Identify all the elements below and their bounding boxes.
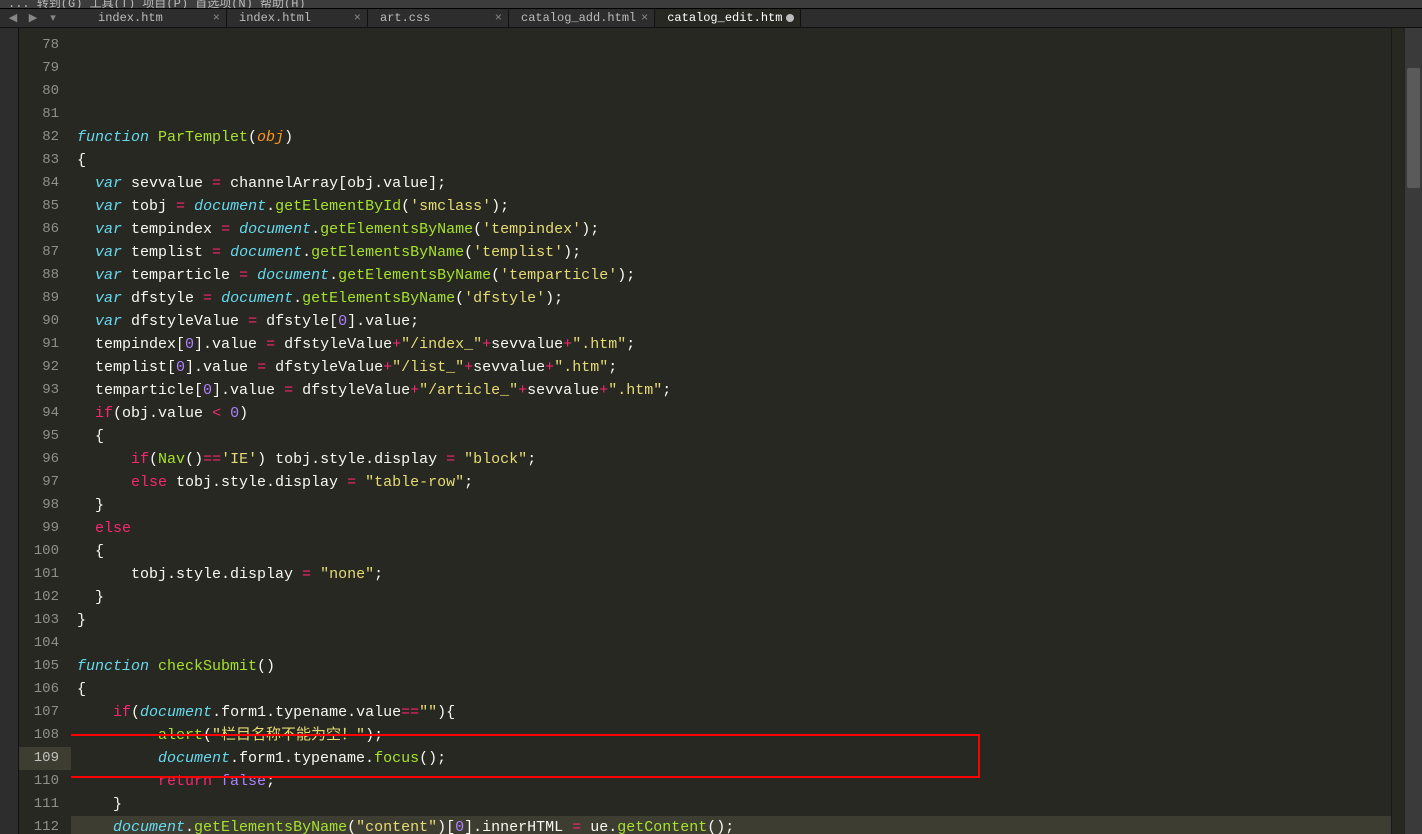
- close-tab-icon[interactable]: ×: [641, 11, 648, 25]
- code-line[interactable]: {: [71, 149, 1391, 172]
- vertical-scrollbar[interactable]: [1404, 28, 1422, 834]
- code-area[interactable]: function ParTemplet(obj){ var sevvalue =…: [71, 28, 1391, 834]
- nav-back-icon[interactable]: ◀: [6, 11, 20, 25]
- code-line[interactable]: var tobj = document.getElementById('smcl…: [71, 195, 1391, 218]
- code-line[interactable]: }: [71, 609, 1391, 632]
- code-line[interactable]: }: [71, 494, 1391, 517]
- code-line[interactable]: var sevvalue = channelArray[obj.value];: [71, 172, 1391, 195]
- code-line[interactable]: var templist = document.getElementsByNam…: [71, 241, 1391, 264]
- dirty-indicator-icon: [786, 14, 794, 22]
- code-line[interactable]: temparticle[0].value = dfstyleValue+"/ar…: [71, 379, 1391, 402]
- tab-label: catalog_edit.htm: [667, 11, 782, 25]
- left-sidebar: [0, 28, 19, 834]
- line-number[interactable]: 80: [19, 80, 71, 103]
- line-number[interactable]: 103: [19, 609, 71, 632]
- line-number[interactable]: 102: [19, 586, 71, 609]
- line-number[interactable]: 95: [19, 425, 71, 448]
- line-number[interactable]: 93: [19, 379, 71, 402]
- line-number[interactable]: 105: [19, 655, 71, 678]
- code-line[interactable]: tobj.style.display = "none";: [71, 563, 1391, 586]
- line-number[interactable]: 91: [19, 333, 71, 356]
- line-number[interactable]: 85: [19, 195, 71, 218]
- tab-label: art.css: [380, 11, 430, 25]
- code-line[interactable]: return false;: [71, 770, 1391, 793]
- line-number[interactable]: 106: [19, 678, 71, 701]
- code-line[interactable]: document.getElementsByName("content")[0]…: [71, 816, 1391, 834]
- nav-dropdown-icon[interactable]: ▾: [46, 11, 60, 25]
- tab-index-htm[interactable]: index.htm ×: [86, 9, 227, 27]
- code-line[interactable]: var dfstyle = document.getElementsByName…: [71, 287, 1391, 310]
- line-number[interactable]: 87: [19, 241, 71, 264]
- line-number[interactable]: 82: [19, 126, 71, 149]
- nav-forward-icon[interactable]: ▶: [26, 11, 40, 25]
- line-number[interactable]: 108: [19, 724, 71, 747]
- tab-label: catalog_add.html: [521, 11, 636, 25]
- line-number[interactable]: 89: [19, 287, 71, 310]
- code-line[interactable]: {: [71, 540, 1391, 563]
- code-line[interactable]: else tobj.style.display = "table-row";: [71, 471, 1391, 494]
- line-number[interactable]: 90: [19, 310, 71, 333]
- tab-bar: index.htm×index.html×art.css×catalog_add…: [86, 9, 801, 27]
- line-number[interactable]: 84: [19, 172, 71, 195]
- line-number[interactable]: 104: [19, 632, 71, 655]
- code-line[interactable]: document.form1.typename.focus();: [71, 747, 1391, 770]
- line-number[interactable]: 78: [19, 34, 71, 57]
- tab-label: index.html: [239, 11, 311, 25]
- code-line[interactable]: tempindex[0].value = dfstyleValue+"/inde…: [71, 333, 1391, 356]
- code-line[interactable]: templist[0].value = dfstyleValue+"/list_…: [71, 356, 1391, 379]
- tab-art-css[interactable]: art.css ×: [368, 9, 509, 27]
- line-number[interactable]: 100: [19, 540, 71, 563]
- tab-label: index.htm: [98, 11, 163, 25]
- code-line[interactable]: var temparticle = document.getElementsBy…: [71, 264, 1391, 287]
- code-line[interactable]: function ParTemplet(obj): [71, 126, 1391, 149]
- line-number-gutter[interactable]: 7879808182838485868788899091929394959697…: [19, 28, 71, 834]
- line-number[interactable]: 81: [19, 103, 71, 126]
- code-line[interactable]: var dfstyleValue = dfstyle[0].value;: [71, 310, 1391, 333]
- line-number[interactable]: 109: [19, 747, 71, 770]
- scrollbar-thumb[interactable]: [1407, 68, 1420, 188]
- code-line[interactable]: function checkSubmit(): [71, 655, 1391, 678]
- code-line[interactable]: }: [71, 586, 1391, 609]
- tab-index-html[interactable]: index.html ×: [227, 9, 368, 27]
- code-line[interactable]: var tempindex = document.getElementsByNa…: [71, 218, 1391, 241]
- menubar[interactable]: ... 转到(G) 工具(T) 项目(P) 首选项(N) 帮助(H): [0, 0, 1422, 9]
- code-line[interactable]: }: [71, 793, 1391, 816]
- code-line[interactable]: {: [71, 425, 1391, 448]
- line-number[interactable]: 92: [19, 356, 71, 379]
- code-line[interactable]: alert("栏目名称不能为空！");: [71, 724, 1391, 747]
- close-tab-icon[interactable]: ×: [213, 11, 220, 25]
- line-number[interactable]: 88: [19, 264, 71, 287]
- line-number[interactable]: 83: [19, 149, 71, 172]
- line-number[interactable]: 99: [19, 517, 71, 540]
- line-number[interactable]: 101: [19, 563, 71, 586]
- line-number[interactable]: 79: [19, 57, 71, 80]
- toolbar: ◀ ▶ ▾ index.htm×index.html×art.css×catal…: [0, 9, 1422, 28]
- line-number[interactable]: 97: [19, 471, 71, 494]
- code-line[interactable]: if(obj.value < 0): [71, 402, 1391, 425]
- line-number[interactable]: 112: [19, 816, 71, 834]
- line-number[interactable]: 96: [19, 448, 71, 471]
- line-number[interactable]: 86: [19, 218, 71, 241]
- tab-catalog_edit-htm[interactable]: catalog_edit.htm: [655, 9, 801, 27]
- code-line[interactable]: {: [71, 678, 1391, 701]
- close-tab-icon[interactable]: ×: [354, 11, 361, 25]
- editor: 7879808182838485868788899091929394959697…: [0, 28, 1422, 834]
- line-number[interactable]: 94: [19, 402, 71, 425]
- code-line[interactable]: if(Nav()=='IE') tobj.style.display = "bl…: [71, 448, 1391, 471]
- line-number[interactable]: 111: [19, 793, 71, 816]
- code-line[interactable]: [71, 632, 1391, 655]
- line-number[interactable]: 98: [19, 494, 71, 517]
- line-number[interactable]: 110: [19, 770, 71, 793]
- code-line[interactable]: else: [71, 517, 1391, 540]
- line-number[interactable]: 107: [19, 701, 71, 724]
- code-line[interactable]: [71, 103, 1391, 126]
- close-tab-icon[interactable]: ×: [495, 11, 502, 25]
- code-line[interactable]: if(document.form1.typename.value==""){: [71, 701, 1391, 724]
- tab-catalog_add-html[interactable]: catalog_add.html ×: [509, 9, 655, 27]
- minimap[interactable]: [1391, 28, 1404, 834]
